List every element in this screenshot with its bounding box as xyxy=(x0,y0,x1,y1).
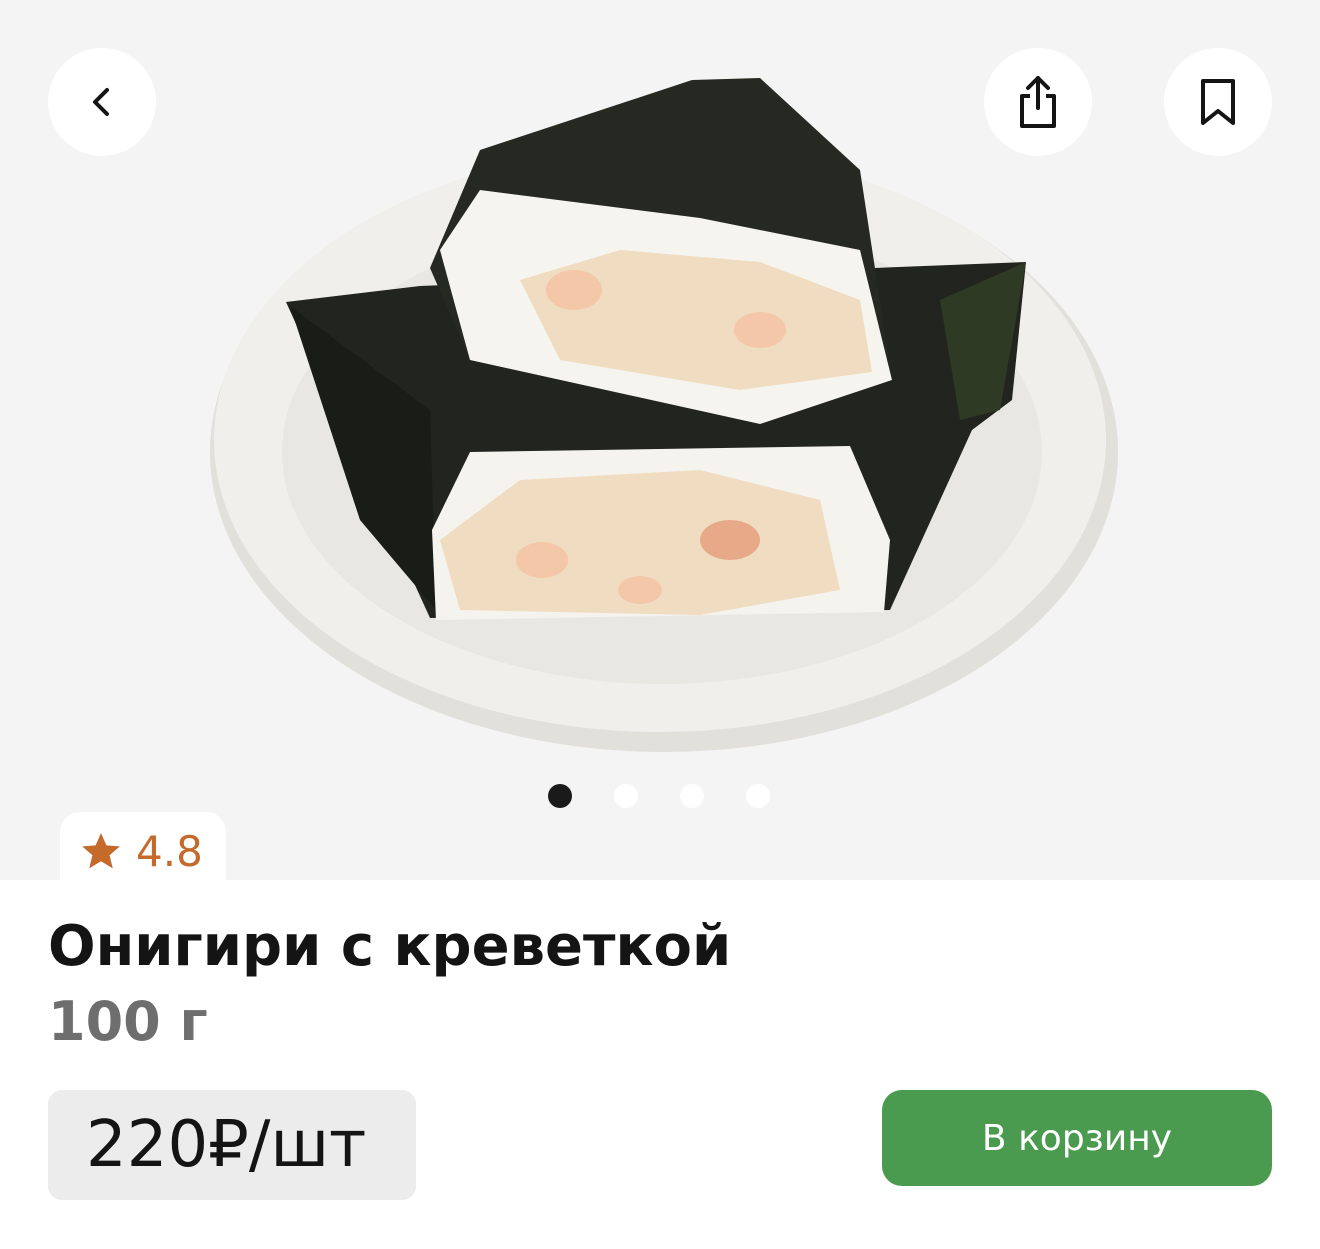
chevron-left-icon xyxy=(93,88,109,116)
rating-badge: 4.8 xyxy=(60,812,226,890)
price-tag: 220₽/шт xyxy=(48,1090,416,1200)
add-to-cart-button[interactable]: В корзину xyxy=(882,1090,1272,1186)
product-title: Онигири с креветкой xyxy=(48,914,732,979)
product-weight: 100 г xyxy=(48,990,208,1053)
star-icon xyxy=(82,833,120,869)
add-to-cart-label: В корзину xyxy=(981,1117,1173,1159)
back-button[interactable] xyxy=(48,48,156,156)
gallery-dot[interactable] xyxy=(746,784,770,808)
product-info: Онигири с креветкой 100 г 220₽/шт В корз… xyxy=(0,880,1320,1249)
product-image-gallery[interactable] xyxy=(0,0,1320,880)
gallery-dot-active[interactable] xyxy=(548,784,572,808)
bookmark-icon xyxy=(1201,79,1235,125)
product-price: 220₽/шт xyxy=(86,1108,367,1182)
bookmark-button[interactable] xyxy=(1164,48,1272,156)
product-photo xyxy=(210,78,1118,752)
rating-value: 4.8 xyxy=(136,826,203,876)
share-icon xyxy=(1020,76,1056,128)
gallery-pagination xyxy=(548,784,770,808)
gallery-dot[interactable] xyxy=(680,784,704,808)
share-button[interactable] xyxy=(984,48,1092,156)
gallery-dot[interactable] xyxy=(614,784,638,808)
